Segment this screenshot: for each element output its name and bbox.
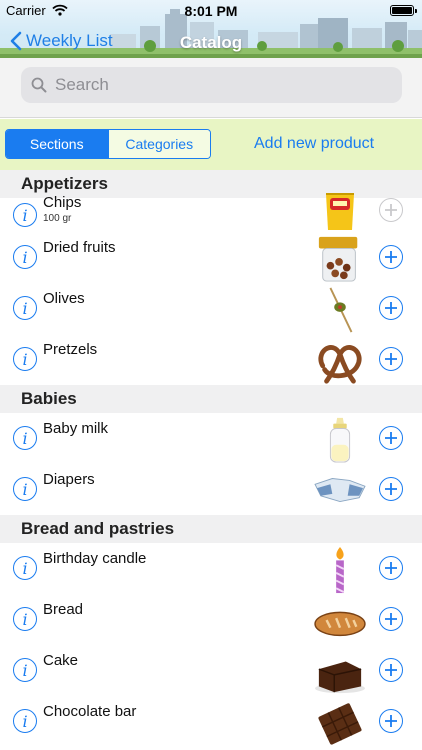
list-item[interactable]: i Chocolate bar <box>0 696 422 747</box>
add-item-button[interactable] <box>379 426 403 450</box>
list-item[interactable]: i Bread <box>0 594 422 645</box>
product-name: Bread <box>43 601 84 618</box>
catalog-toolbar: Sections Categories Add new product <box>0 119 422 170</box>
list-item[interactable]: i Diapers <box>0 464 422 515</box>
product-list[interactable]: Appetizers i Chips 100 gr i Dried fruits <box>0 170 422 750</box>
product-name: Cake <box>43 652 79 669</box>
list-item[interactable]: i Olives <box>0 283 422 334</box>
search-icon <box>31 77 47 93</box>
product-name: Birthday candle <box>43 550 147 567</box>
birthday-candle-icon <box>335 546 345 594</box>
dried-fruit-jar-icon <box>318 236 358 282</box>
info-icon[interactable]: i <box>13 556 37 580</box>
add-item-button[interactable] <box>379 296 403 320</box>
search-area <box>0 58 422 118</box>
navigation-header: Carrier 8:01 PM Weekly List Catalog <box>0 0 422 58</box>
plus-icon <box>385 664 397 676</box>
bread-loaf-icon <box>314 611 366 637</box>
segment-sections[interactable]: Sections <box>6 130 108 158</box>
section-header-bread-and-pastries: Bread and pastries <box>0 515 422 543</box>
plus-icon <box>385 353 397 365</box>
list-item[interactable]: i Dried fruits <box>0 232 422 283</box>
add-item-button[interactable] <box>379 198 403 222</box>
chocolate-cake-icon <box>315 661 365 694</box>
view-mode-segmented-control: Sections Categories <box>5 129 211 159</box>
product-name: Diapers <box>43 471 95 488</box>
product-name: Baby milk <box>43 420 109 437</box>
list-item[interactable]: i Pretzels <box>0 334 422 385</box>
product-name: Olives <box>43 290 85 307</box>
add-item-button[interactable] <box>379 477 403 501</box>
plus-icon <box>385 302 397 314</box>
plus-icon <box>385 613 397 625</box>
add-new-product-button[interactable]: Add new product <box>254 135 374 153</box>
search-field[interactable] <box>21 67 402 103</box>
info-icon[interactable]: i <box>13 203 37 227</box>
plus-icon <box>385 204 397 216</box>
plus-icon <box>385 483 397 495</box>
info-icon[interactable]: i <box>13 709 37 733</box>
olive-skewer-icon <box>329 287 353 333</box>
product-name: Chips <box>43 194 82 211</box>
plus-icon <box>385 715 397 727</box>
product-name: Pretzels <box>43 341 98 358</box>
diaper-icon <box>314 478 366 503</box>
add-item-button[interactable] <box>379 658 403 682</box>
section-header-babies: Babies <box>0 385 422 413</box>
info-icon[interactable]: i <box>13 347 37 371</box>
product-name: Chocolate bar <box>43 703 137 720</box>
baby-bottle-icon <box>329 417 351 463</box>
info-icon[interactable]: i <box>13 296 37 320</box>
info-icon[interactable]: i <box>13 607 37 631</box>
product-name: Dried fruits <box>43 239 116 256</box>
info-icon[interactable]: i <box>13 477 37 501</box>
list-item[interactable]: i Cake <box>0 645 422 696</box>
battery-icon <box>390 5 417 16</box>
plus-icon <box>385 562 397 574</box>
chocolate-bar-icon <box>318 703 362 745</box>
pretzel-icon <box>318 345 362 384</box>
add-item-button[interactable] <box>379 245 403 269</box>
info-icon[interactable]: i <box>13 658 37 682</box>
plus-icon <box>385 251 397 263</box>
add-item-button[interactable] <box>379 347 403 371</box>
chips-bag-icon <box>326 193 354 230</box>
info-icon[interactable]: i <box>13 426 37 450</box>
segment-categories[interactable]: Categories <box>107 130 210 158</box>
add-item-button[interactable] <box>379 556 403 580</box>
list-item[interactable]: i Chips 100 gr <box>0 193 422 232</box>
status-time: 8:01 PM <box>184 3 238 19</box>
status-bar: Carrier 8:01 PM <box>0 0 422 22</box>
list-item[interactable]: i Birthday candle <box>0 543 422 594</box>
add-item-button[interactable] <box>379 709 403 733</box>
info-icon[interactable]: i <box>13 245 37 269</box>
search-input[interactable] <box>55 75 375 95</box>
add-item-button[interactable] <box>379 607 403 631</box>
product-detail: 100 gr <box>43 213 72 224</box>
plus-icon <box>385 432 397 444</box>
page-title: Catalog <box>179 33 243 52</box>
list-item[interactable]: i Baby milk <box>0 413 422 464</box>
